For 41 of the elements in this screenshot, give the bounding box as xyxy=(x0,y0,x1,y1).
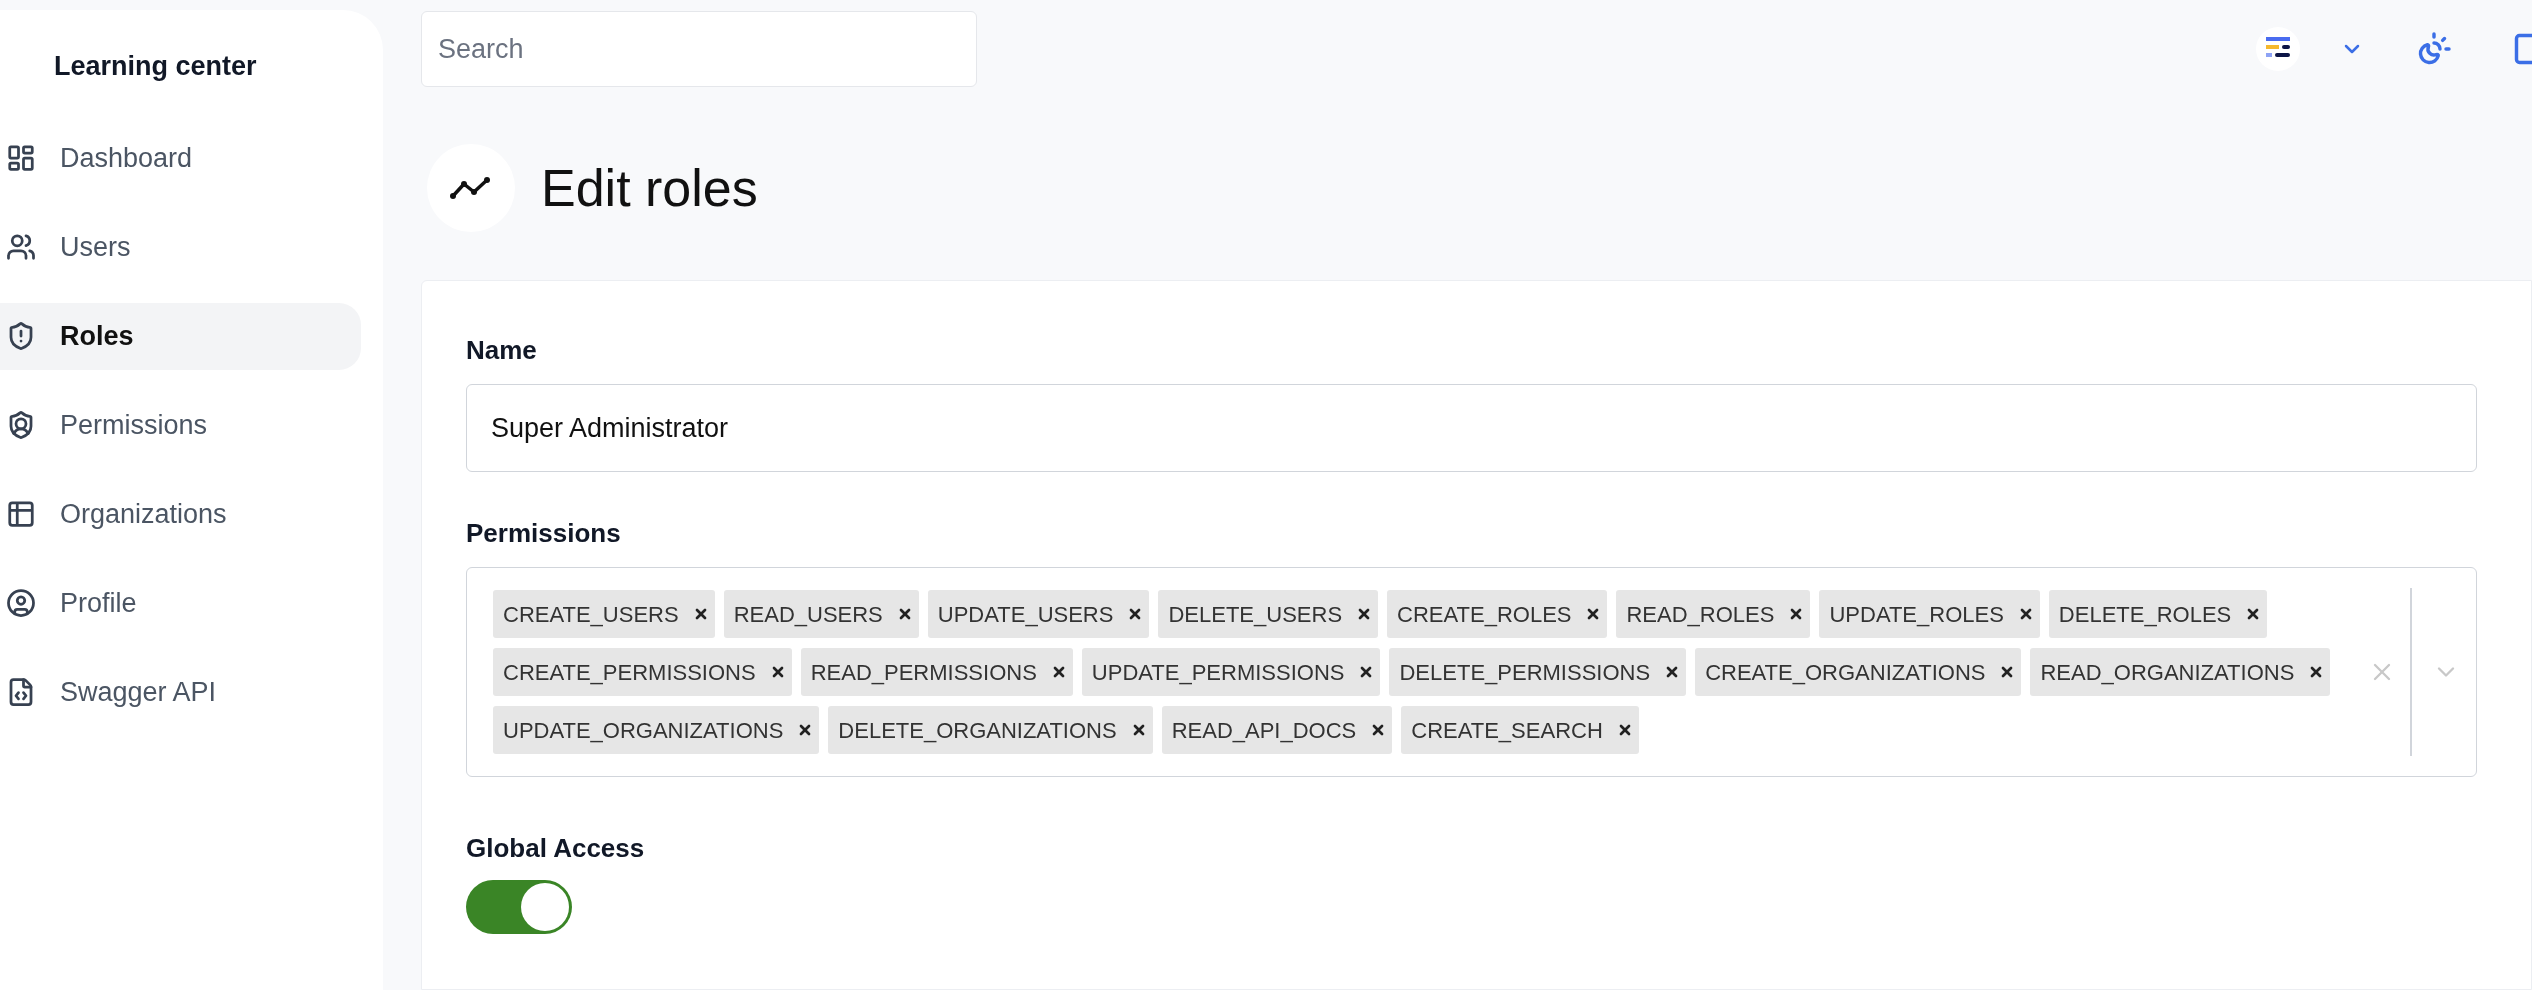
permission-tag: UPDATE_ORGANIZATIONS xyxy=(493,706,820,754)
nav-item[interactable]: Profile xyxy=(0,569,361,637)
permission-tag: UPDATE_ROLES xyxy=(1819,590,2040,638)
permission-tag: DELETE_ROLES xyxy=(2048,590,2268,638)
page-title: Edit roles xyxy=(541,158,758,219)
permissions-select[interactable] xyxy=(466,567,2477,777)
permission-tag: READ_ROLES xyxy=(1616,590,1811,638)
permission-tag: CREATE_ORGANIZATIONS xyxy=(1695,648,2022,696)
sun-moon-icon[interactable] xyxy=(2416,31,2452,67)
permission-tag: READ_API_DOCS xyxy=(1161,706,1393,754)
permission-tag: CREATE_USERS xyxy=(493,590,715,638)
permission-tag: READ_PERMISSIONS xyxy=(800,648,1073,696)
permission-tag: DELETE_PERMISSIONS xyxy=(1389,648,1687,696)
nav-item[interactable]: Organizations xyxy=(0,480,361,548)
name-label: Name xyxy=(466,334,538,367)
user-circle-icon xyxy=(6,588,36,618)
permission-tag: CREATE_PERMISSIONS xyxy=(493,648,792,696)
permission-tag: DELETE_USERS xyxy=(1158,590,1379,638)
permission-tag: CREATE_SEARCH xyxy=(1401,706,1639,754)
permission-tag: UPDATE_PERMISSIONS xyxy=(1081,648,1381,696)
search-field[interactable]: Search xyxy=(421,11,977,87)
permission-tag: DELETE_ORGANIZATIONS xyxy=(828,706,1153,754)
nav-item[interactable]: Dashboard xyxy=(0,124,361,192)
permission-tag: READ_ORGANIZATIONS xyxy=(2030,648,2331,696)
nav-item[interactable]: Users xyxy=(0,213,361,281)
global-access-toggle[interactable] xyxy=(466,880,572,934)
dashboard-icon xyxy=(6,143,36,173)
permissions-label: Permissions xyxy=(466,517,622,550)
nav-item[interactable]: Swagger API xyxy=(0,658,361,726)
permission-tag: UPDATE_USERS xyxy=(927,590,1150,638)
sidebar-title: Learning center xyxy=(53,50,258,83)
global-access-label: Global Access xyxy=(466,832,646,865)
permission-tag: READ_USERS xyxy=(723,590,919,638)
logo-icon[interactable] xyxy=(2256,27,2300,71)
nav-item[interactable]: Permissions xyxy=(0,391,361,459)
line-chart-icon xyxy=(449,174,493,202)
table-icon xyxy=(6,499,36,529)
permission-tag: CREATE_ROLES xyxy=(1387,590,1608,638)
nav-item[interactable]: Roles xyxy=(0,302,361,370)
name-input[interactable]: Super Administrator xyxy=(466,384,2477,472)
users-icon xyxy=(6,232,36,262)
